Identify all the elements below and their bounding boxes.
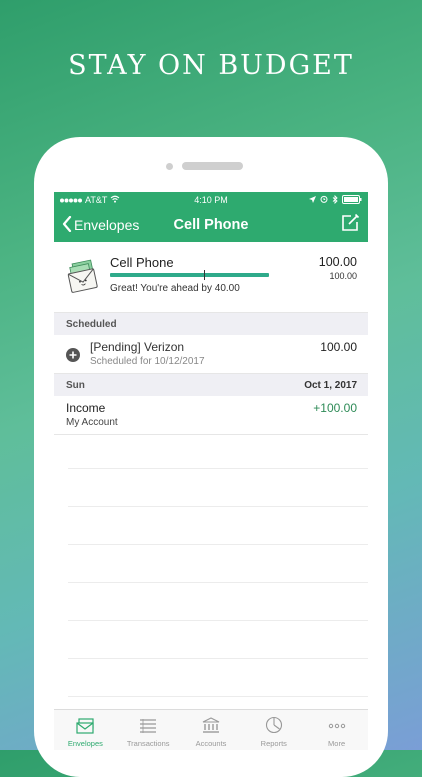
bluetooth-icon bbox=[332, 194, 338, 206]
tab-label: More bbox=[328, 739, 346, 748]
tab-label: Transactions bbox=[126, 739, 170, 748]
scheduled-row[interactable]: [Pending] Verizon Scheduled for 10/12/20… bbox=[54, 335, 368, 374]
wifi-icon bbox=[110, 195, 120, 205]
compose-icon bbox=[340, 213, 360, 237]
scheduled-section-header: Scheduled bbox=[54, 313, 368, 335]
transaction-account: My Account bbox=[66, 417, 118, 428]
envelope-amount: 100.00 bbox=[318, 255, 357, 269]
headline: STAY ON BUDGET bbox=[68, 50, 354, 81]
tab-bar: Envelopes Transactions Accounts Reports … bbox=[54, 709, 368, 750]
envelope-name: Cell Phone bbox=[110, 255, 174, 270]
envelope-budget: 100.00 bbox=[329, 271, 357, 281]
reports-icon bbox=[265, 716, 283, 739]
edit-button[interactable] bbox=[340, 213, 360, 238]
tab-label: Accounts bbox=[195, 739, 227, 748]
tab-more[interactable]: More bbox=[305, 710, 368, 750]
back-label: Envelopes bbox=[74, 217, 140, 233]
tab-reports[interactable]: Reports bbox=[242, 710, 305, 750]
back-button[interactable]: Envelopes bbox=[62, 215, 140, 235]
envelopes-icon bbox=[75, 718, 95, 739]
battery-icon bbox=[342, 194, 362, 206]
status-bar: AT&T 4:10 PM bbox=[54, 192, 368, 208]
phone-speaker bbox=[182, 162, 243, 170]
envelope-progress-bar bbox=[110, 273, 269, 277]
more-icon bbox=[327, 718, 347, 739]
date-section-date: Oct 1, 2017 bbox=[304, 379, 357, 391]
date-section-header: Sun Oct 1, 2017 bbox=[54, 374, 368, 396]
transaction-row[interactable]: Income My Account +100.00 bbox=[54, 396, 368, 435]
empty-row bbox=[68, 583, 368, 621]
scheduled-title: [Pending] Verizon bbox=[90, 340, 185, 354]
app-screen: AT&T 4:10 PM Envelopes Cell Phone Cell P… bbox=[54, 192, 368, 750]
location-icon bbox=[309, 195, 316, 205]
empty-row bbox=[68, 431, 368, 469]
empty-list-area bbox=[68, 431, 368, 711]
phone-camera bbox=[166, 163, 173, 170]
empty-row bbox=[68, 621, 368, 659]
transaction-amount: +100.00 bbox=[313, 401, 357, 415]
scheduled-section-label: Scheduled bbox=[66, 318, 117, 330]
empty-row bbox=[68, 659, 368, 697]
transactions-icon bbox=[139, 718, 157, 739]
tab-envelopes[interactable]: Envelopes bbox=[54, 710, 117, 750]
accounts-icon bbox=[202, 717, 220, 739]
scheduled-subtitle: Scheduled for 10/12/2017 bbox=[90, 356, 205, 367]
tab-accounts[interactable]: Accounts bbox=[180, 710, 243, 750]
tab-label: Envelopes bbox=[67, 739, 103, 748]
alarm-icon bbox=[320, 195, 328, 205]
carrier-name: AT&T bbox=[85, 195, 108, 205]
empty-row bbox=[68, 507, 368, 545]
tab-label: Reports bbox=[260, 739, 287, 748]
tab-transactions[interactable]: Transactions bbox=[117, 710, 180, 750]
empty-row bbox=[68, 469, 368, 507]
scheduled-amount: 100.00 bbox=[320, 340, 357, 354]
envelope-progress-marker bbox=[204, 270, 205, 280]
envelope-note: Great! You're ahead by 40.00 bbox=[110, 283, 240, 294]
nav-bar: Envelopes Cell Phone bbox=[54, 208, 368, 242]
signal-icon bbox=[60, 195, 82, 205]
transaction-title: Income bbox=[66, 401, 106, 415]
envelope-money-icon bbox=[66, 257, 100, 302]
date-section-day: Sun bbox=[66, 379, 85, 391]
status-icons bbox=[309, 194, 362, 206]
empty-row bbox=[68, 545, 368, 583]
envelope-summary[interactable]: Cell Phone Great! You're ahead by 40.00 … bbox=[54, 242, 368, 313]
plus-circle-icon[interactable] bbox=[66, 348, 80, 367]
carrier-group: AT&T bbox=[60, 195, 120, 205]
chevron-left-icon bbox=[62, 215, 72, 235]
